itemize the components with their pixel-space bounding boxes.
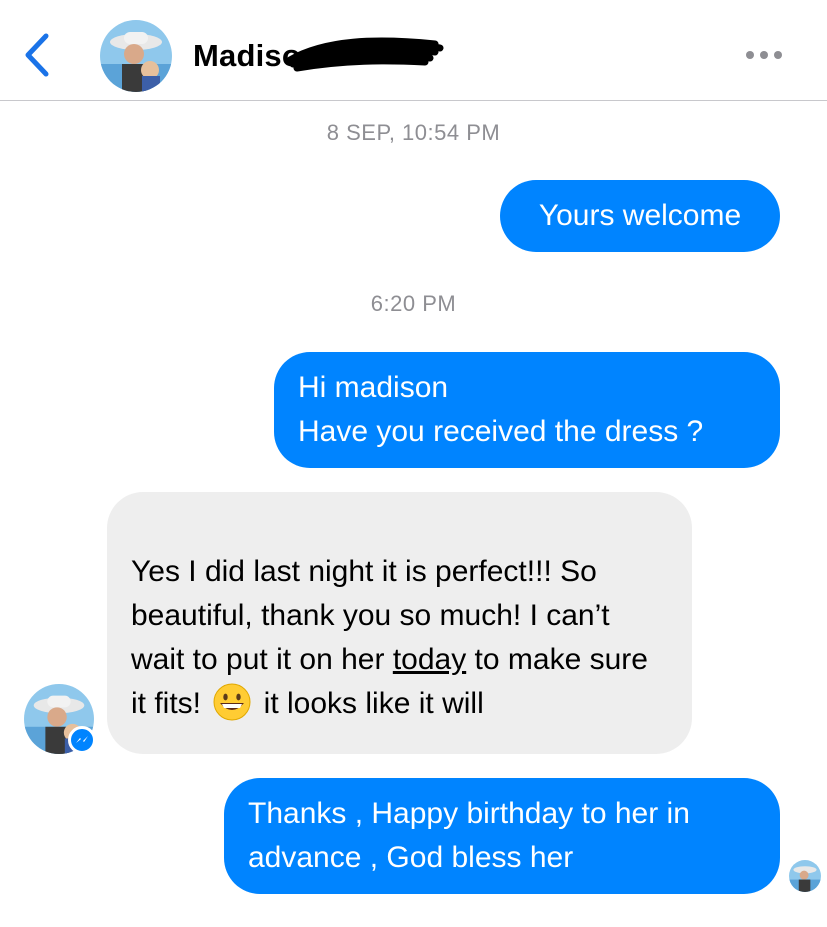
outgoing-message-bubble[interactable]: Hi madison Have you received the dress ? [274, 352, 780, 468]
conversation-header: Madison [0, 0, 827, 101]
read-receipt-avatar [789, 860, 821, 892]
ellipsis-icon [746, 51, 782, 59]
outgoing-message-bubble[interactable]: Yours welcome [500, 180, 780, 252]
message-timestamp: 6:20 PM [370, 291, 457, 316]
back-button[interactable] [18, 30, 58, 80]
message-link-today[interactable]: today [393, 643, 466, 676]
contact-avatar[interactable] [100, 20, 172, 92]
message-text: it looks like it will [255, 687, 484, 720]
grinning-face-emoji-icon [213, 683, 251, 721]
redaction-scribble [286, 37, 444, 72]
outgoing-message-bubble[interactable]: Thanks , Happy birthday to her in advanc… [224, 778, 780, 894]
message-timestamp: 8 SEP, 10:54 PM [326, 120, 501, 145]
chevron-left-icon [25, 33, 49, 77]
sender-avatar[interactable] [24, 684, 96, 754]
messenger-badge-icon [68, 726, 96, 754]
incoming-message-bubble[interactable]: Yes I did last night it is perfect!!! So… [107, 492, 692, 754]
more-options-button[interactable] [740, 40, 788, 70]
